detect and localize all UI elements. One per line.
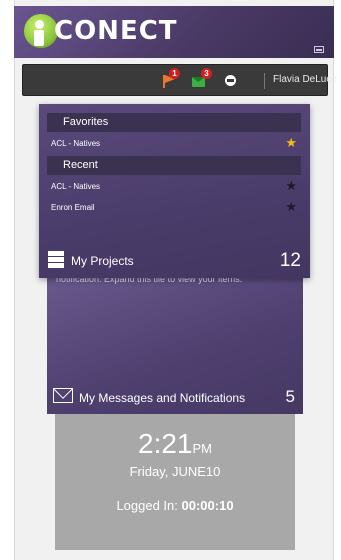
star-icon[interactable]: ★ bbox=[285, 201, 297, 215]
logged-in-timer: Logged In: 00:00:10 bbox=[116, 498, 234, 513]
clock-date: Friday, JUNE10 bbox=[129, 464, 221, 479]
toolbar-divider bbox=[264, 73, 265, 89]
projects-tile[interactable]: Favorites ACL - Natives ★ Recent ACL - N… bbox=[39, 104, 310, 278]
recent-header: Recent bbox=[47, 156, 301, 175]
favorites-header: Favorites bbox=[47, 113, 301, 132]
flag-button[interactable]: 1 bbox=[160, 68, 180, 89]
clock-tile: 2:21PM Friday, JUNE10 Logged In: 00:00:1… bbox=[55, 414, 295, 550]
clock-time: 2:21PM bbox=[138, 428, 213, 459]
app-header: CONECT bbox=[14, 6, 334, 58]
messages-count: 5 bbox=[285, 387, 295, 406]
logged-in-value: 00:00:10 bbox=[181, 498, 234, 513]
user-name[interactable]: Flavia DeLuce bbox=[273, 74, 337, 85]
project-name: Enron Email bbox=[51, 203, 95, 212]
recent-item[interactable]: ACL - Natives ★ bbox=[51, 180, 299, 194]
projects-icon bbox=[48, 251, 64, 269]
projects-tile-title: My Projects bbox=[71, 254, 134, 268]
messages-tile-title: My Messages and Notifications bbox=[79, 391, 246, 405]
user-status-icon[interactable] bbox=[225, 75, 236, 86]
recent-item[interactable]: Enron Email ★ bbox=[51, 201, 299, 215]
project-name: ACL - Natives bbox=[51, 139, 101, 148]
clock-ampm: PM bbox=[192, 441, 213, 456]
project-name: ACL - Natives bbox=[51, 182, 101, 191]
favorite-item[interactable]: ACL - Natives ★ bbox=[51, 137, 299, 151]
star-filled-icon[interactable]: ★ bbox=[285, 137, 297, 151]
projects-count: 12 bbox=[279, 250, 301, 271]
messages-button[interactable]: 3 bbox=[191, 68, 212, 89]
messages-badge: 3 bbox=[201, 68, 212, 79]
messages-tile[interactable]: notification. Expand this tile to view y… bbox=[47, 268, 303, 414]
minimize-icon[interactable] bbox=[314, 46, 324, 53]
iconect-logo: CONECT bbox=[24, 12, 194, 52]
logo-text: CONECT bbox=[54, 16, 178, 46]
envelope-icon bbox=[192, 77, 205, 87]
flag-badge: 1 bbox=[169, 68, 180, 79]
mail-icon bbox=[53, 388, 73, 403]
top-toolbar: 1 3 Flavia DeLuce bbox=[22, 64, 337, 96]
star-icon[interactable]: ★ bbox=[285, 180, 297, 194]
